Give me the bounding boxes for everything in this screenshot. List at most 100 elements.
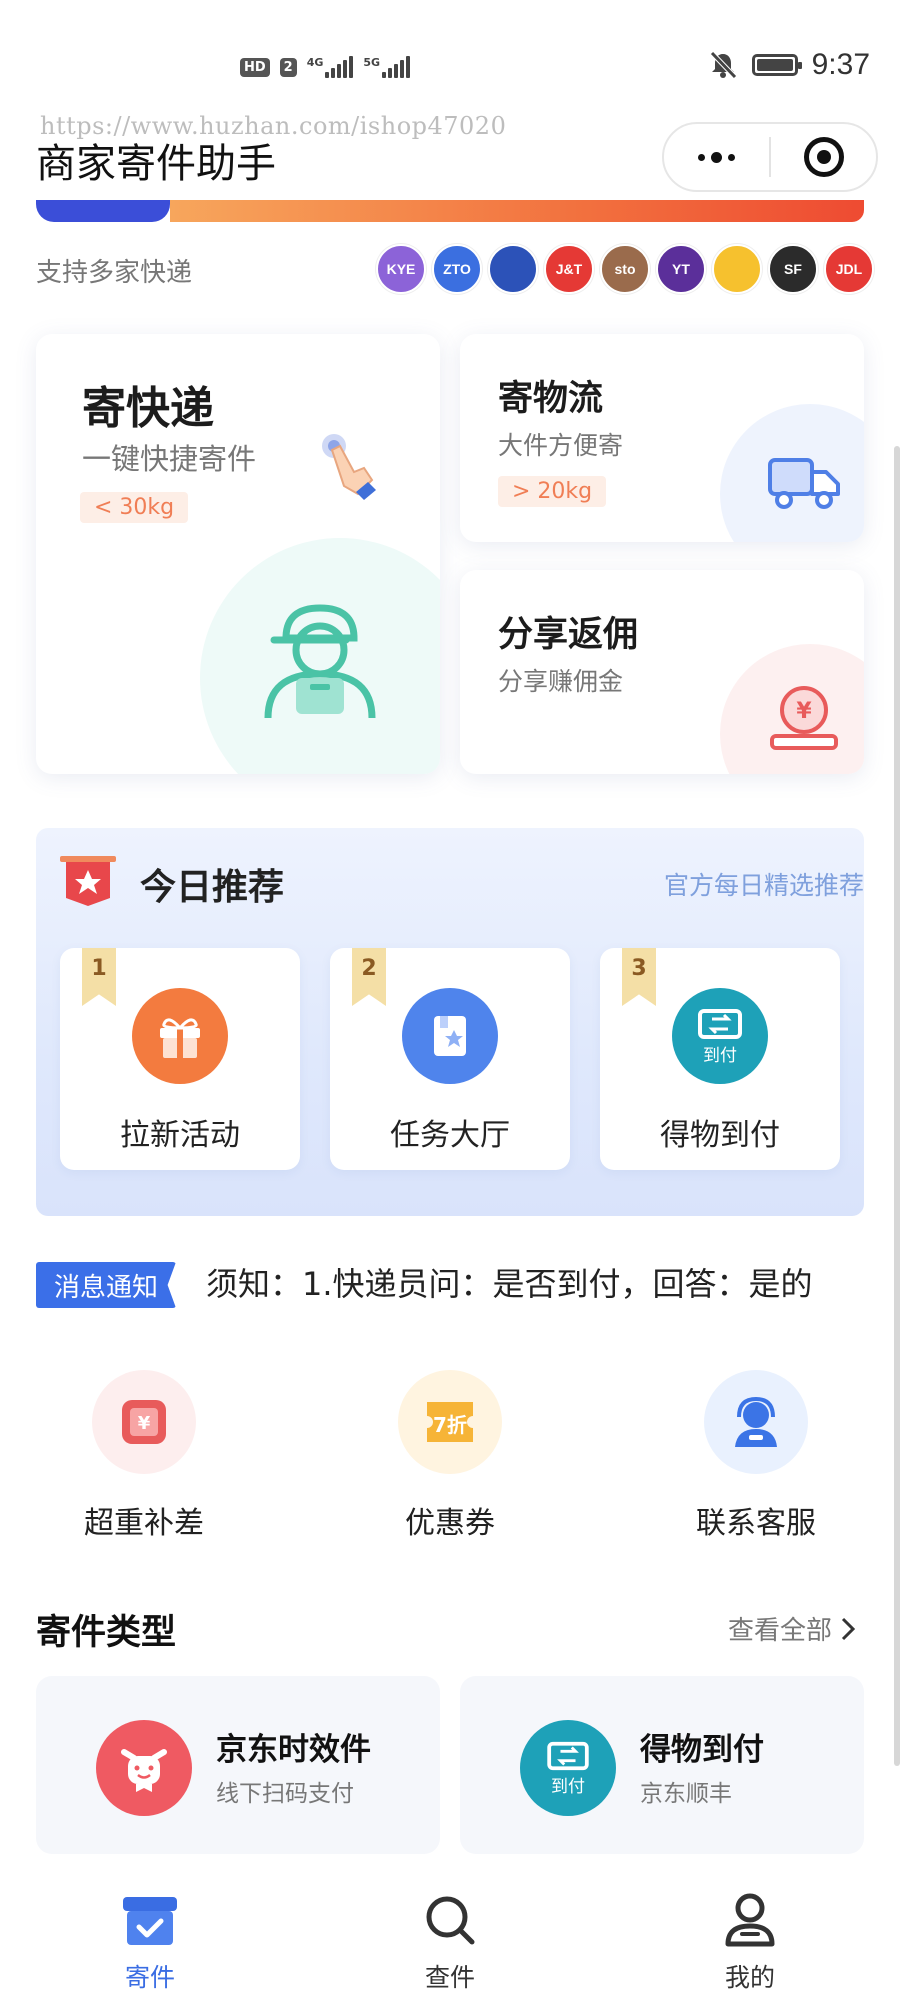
cod-icon-text: 到付 xyxy=(703,1045,737,1066)
notice-text: 须知：1.快递员问：是否到付，回答：是的 xyxy=(206,1265,813,1303)
user-icon xyxy=(720,1890,780,1950)
share-commission-subtitle: 分享赚佣金 xyxy=(498,667,624,696)
cod-icon: 到付 xyxy=(672,988,768,1084)
share-commission-title: 分享返佣 xyxy=(498,615,639,655)
close-button[interactable] xyxy=(771,124,876,190)
quick-action-label: 优惠券 xyxy=(405,1506,495,1541)
carrier-logo-icon xyxy=(712,244,762,294)
search-icon xyxy=(420,1890,480,1950)
truck-icon xyxy=(768,458,840,509)
tab-mine[interactable]: 我的 xyxy=(650,1872,850,2000)
carrier-logo-icon: ZTO xyxy=(432,244,482,294)
quick-action-customer-service[interactable]: 联系客服 xyxy=(656,1370,856,1541)
svg-text:¥: ¥ xyxy=(138,1413,151,1434)
tap-hand-icon xyxy=(322,434,376,500)
package-icon xyxy=(120,1890,180,1950)
section-title-send-types: 寄件类型 xyxy=(36,1613,177,1653)
rank-flag: 1 xyxy=(82,948,116,1006)
star-ribbon-icon xyxy=(60,856,116,906)
carrier-logo-icon: YT xyxy=(656,244,706,294)
recommend-item-label: 得物到付 xyxy=(660,1118,780,1153)
carriers-label: 支持多家快递 xyxy=(36,258,193,288)
status-time: 9:37 xyxy=(811,48,870,81)
send-express-title: 寄快递 xyxy=(82,383,214,434)
bottom-tab-bar: 寄件 查件 我的 xyxy=(0,1872,880,2000)
gift-icon xyxy=(132,988,228,1084)
recommend-item-label: 任务大厅 xyxy=(390,1118,510,1153)
tab-label: 查件 xyxy=(424,1963,475,1992)
status-bar-right: 9:37 xyxy=(708,48,870,82)
recommend-item-2[interactable]: 2 任务大厅 xyxy=(330,948,570,1170)
send-logistics-card[interactable]: 寄物流 大件方便寄 > 20kg xyxy=(460,334,864,542)
tab-track[interactable]: 查件 xyxy=(350,1872,550,2000)
sim-badge: 2 xyxy=(279,57,297,77)
send-express-subtitle: 一键快捷寄件 xyxy=(82,442,257,476)
send-type-subtitle: 线下扫码支付 xyxy=(216,1781,354,1807)
recommend-item-label: 拉新活动 xyxy=(120,1118,240,1153)
recommend-item-3[interactable]: 3 到付 得物到付 xyxy=(600,948,840,1170)
carrier-logo-icon: SF xyxy=(768,244,818,294)
send-type-title: 京东时效件 xyxy=(216,1732,371,1768)
battery-icon xyxy=(751,54,802,76)
send-express-card[interactable]: 寄快递 一键快捷寄件 < 30kg xyxy=(36,334,440,774)
more-dots-icon xyxy=(698,151,735,163)
coupon-icon: 7折 xyxy=(398,1370,502,1474)
signal-5g-icon: 5G xyxy=(363,56,411,78)
send-type-title: 得物到付 xyxy=(640,1732,764,1768)
tab-send[interactable]: 寄件 xyxy=(50,1872,250,2000)
carrier-logos: KYE ZTO J&T sto YT SF JDL xyxy=(376,244,874,294)
carrier-logo-icon: J&T xyxy=(544,244,594,294)
status-bar-left: HD 2 4G 5G xyxy=(240,52,411,82)
weight-limit-tag: > 20kg xyxy=(498,476,607,507)
view-all-link[interactable]: 查看全部 xyxy=(728,1610,856,1647)
carrier-logo-icon: sto xyxy=(600,244,650,294)
banner-gradient-segment xyxy=(170,200,864,222)
notice-marquee[interactable]: 须知：1.快递员问：是否到付，回答：是的 xyxy=(206,1256,838,1312)
mini-program-capsule xyxy=(662,122,878,192)
share-commission-card[interactable]: 分享返佣 分享赚佣金 ¥ xyxy=(460,570,864,774)
carrier-logo-icon: JDL xyxy=(824,244,874,294)
cod-icon-text: 到付 xyxy=(551,1776,585,1797)
cod-icon: 到付 xyxy=(520,1720,616,1816)
banner-blue-segment xyxy=(36,200,170,222)
svg-text:¥: ¥ xyxy=(796,699,812,724)
customer-service-icon xyxy=(704,1370,808,1474)
tab-label: 我的 xyxy=(724,1963,775,1992)
yuan-coin-icon: ¥ xyxy=(770,686,838,750)
weight-limit-tag: < 30kg xyxy=(80,492,189,523)
send-type-jd[interactable]: 京东时效件 线下扫码支付 xyxy=(36,1676,440,1854)
rank-number: 3 xyxy=(631,956,647,981)
mute-bell-icon xyxy=(709,51,737,79)
rank-flag: 3 xyxy=(622,948,656,1006)
notice-tag: 消息通知 xyxy=(36,1262,176,1308)
more-button[interactable] xyxy=(664,124,769,190)
banner-strip[interactable] xyxy=(36,200,864,222)
svg-text:7折: 7折 xyxy=(433,1413,467,1437)
send-type-subtitle: 京东顺丰 xyxy=(640,1781,732,1807)
recommend-item-1[interactable]: 1 拉新活动 xyxy=(60,948,300,1170)
chevron-right-icon xyxy=(841,1617,856,1640)
target-icon xyxy=(803,137,844,177)
recommend-subtitle[interactable]: 官方每日精选推荐 xyxy=(664,866,864,902)
scrollbar[interactable] xyxy=(894,446,900,1766)
tab-label: 寄件 xyxy=(124,1963,175,1992)
signal-4g-tag: 4G xyxy=(306,56,324,69)
quick-action-label: 联系客服 xyxy=(696,1506,816,1541)
signal-4g-icon: 4G xyxy=(307,56,354,78)
send-logistics-subtitle: 大件方便寄 xyxy=(498,431,624,460)
courier-icon xyxy=(264,604,376,719)
rank-number: 2 xyxy=(361,956,377,981)
carrier-logo-icon: KYE xyxy=(376,244,426,294)
rank-number: 1 xyxy=(91,956,107,981)
rank-flag: 2 xyxy=(352,948,386,1006)
send-type-dewu[interactable]: 到付 得物到付 京东顺丰 xyxy=(460,1676,864,1854)
recommend-title: 今日推荐 xyxy=(140,867,285,908)
overweight-yuan-icon: ¥ xyxy=(92,1370,196,1474)
quick-action-coupon[interactable]: 7折 优惠券 xyxy=(350,1370,550,1541)
quick-action-overweight[interactable]: ¥ 超重补差 xyxy=(44,1370,244,1541)
task-book-icon xyxy=(402,988,498,1084)
hd-badge: HD xyxy=(240,57,270,77)
view-all-label: 查看全部 xyxy=(727,1616,832,1646)
send-logistics-title: 寄物流 xyxy=(498,379,604,419)
quick-action-label: 超重补差 xyxy=(84,1506,204,1541)
